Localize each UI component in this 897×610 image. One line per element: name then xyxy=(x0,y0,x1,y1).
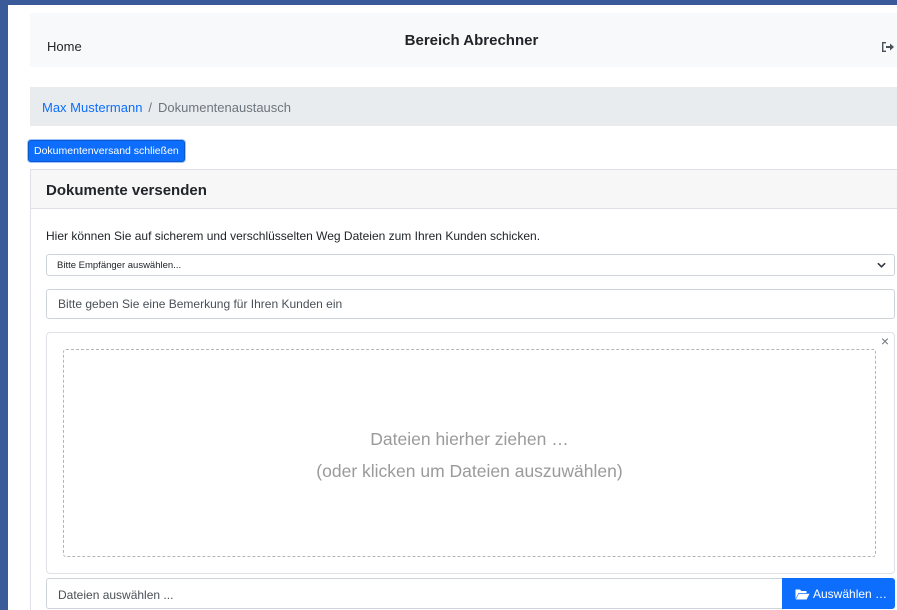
navbar: Home Bereich Abrechner xyxy=(30,13,897,67)
chevron-down-icon xyxy=(877,262,886,268)
upload-panel: × Dateien hierher ziehen … (oder klicken… xyxy=(46,332,895,574)
breadcrumb-separator: / xyxy=(148,100,153,115)
file-caption-field[interactable]: Dateien auswählen ... xyxy=(46,578,782,609)
window-frame: Home Bereich Abrechner Max Mustermann / Do… xyxy=(0,0,897,610)
breadcrumb: Max Mustermann / Dokumentenaustausch xyxy=(30,87,897,126)
close-document-sending-button[interactable]: Dokumentenversand schließen xyxy=(28,140,185,162)
logout-icon[interactable] xyxy=(881,41,895,53)
recipient-select-value: Bitte Empfänger auswählen... xyxy=(57,260,182,271)
browse-files-button[interactable]: Auswählen … xyxy=(782,578,895,609)
recipient-select[interactable]: Bitte Empfänger auswählen... xyxy=(46,254,895,276)
intro-text: Hier können Sie auf sicherem und verschl… xyxy=(46,229,541,243)
drop-zone-title: Dateien hierher ziehen … xyxy=(370,429,569,449)
drop-zone-hint: (oder klicken um Dateien auszuwählen) xyxy=(316,461,623,481)
breadcrumb-current: Dokumentenaustausch xyxy=(158,100,292,115)
send-documents-card: Dokumente versenden Hier können Sie auf … xyxy=(30,169,897,610)
close-icon[interactable]: × xyxy=(881,334,889,348)
app-title: Bereich Abrechner xyxy=(404,32,539,49)
breadcrumb-user-link[interactable]: Max Mustermann xyxy=(42,100,142,115)
folder-open-icon xyxy=(795,589,810,600)
card-title: Dokumente versenden xyxy=(31,170,897,209)
file-drop-zone[interactable]: Dateien hierher ziehen … (oder klicken u… xyxy=(63,349,876,557)
remark-input[interactable] xyxy=(46,289,895,319)
browse-files-label: Auswählen … xyxy=(813,587,888,601)
